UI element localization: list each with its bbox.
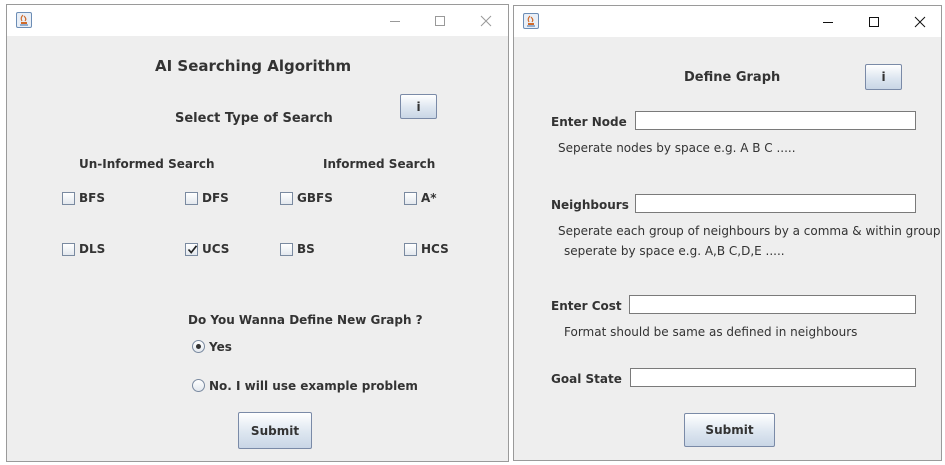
dls-checkbox[interactable]	[62, 243, 75, 256]
goal-state-label: Goal State	[551, 372, 622, 386]
java-app-icon[interactable]	[16, 12, 32, 28]
enter-node-input[interactable]	[635, 111, 916, 130]
dls-label: DLS	[79, 242, 106, 256]
info-button[interactable]: i	[865, 64, 902, 90]
bs-label: BS	[297, 242, 315, 256]
minimize-icon	[823, 22, 833, 23]
java-app-icon[interactable]	[523, 13, 539, 29]
submit-button[interactable]: Submit	[238, 412, 312, 449]
enter-node-label: Enter Node	[551, 115, 627, 129]
goal-state-input[interactable]	[630, 368, 916, 387]
graph-question: Do You Wanna Define New Graph ?	[188, 313, 423, 327]
informed-heading: Informed Search	[323, 157, 436, 171]
select-type-heading: Select Type of Search	[175, 111, 333, 126]
neighbours-input[interactable]	[635, 194, 916, 213]
enter-cost-label: Enter Cost	[551, 299, 622, 313]
bfs-checkbox[interactable]	[62, 192, 75, 205]
maximize-button[interactable]	[851, 6, 897, 37]
enter-cost-input[interactable]	[629, 295, 916, 314]
uninformed-heading: Un-Informed Search	[79, 157, 215, 171]
bfs-label: BFS	[79, 191, 105, 205]
no-radio[interactable]	[192, 379, 205, 392]
define-graph-window: Define Graph i Enter Node Seperate nodes…	[513, 5, 942, 461]
submit-button[interactable]: Submit	[684, 413, 775, 447]
title-bar[interactable]	[514, 6, 941, 37]
neighbours-hint-line1: Seperate each group of neighbours by a c…	[558, 224, 941, 238]
close-icon	[480, 15, 492, 27]
yes-label: Yes	[209, 340, 232, 354]
title-bar[interactable]	[7, 5, 508, 36]
maximize-button[interactable]	[417, 5, 463, 36]
neighbours-hint-line2: seperate by space e.g. A,B C,D,E .....	[564, 244, 785, 258]
yes-radio[interactable]	[192, 340, 205, 353]
no-label: No. I will use example problem	[209, 379, 418, 393]
minimize-icon	[390, 21, 400, 22]
dfs-label: DFS	[202, 191, 229, 205]
dfs-checkbox[interactable]	[185, 192, 198, 205]
checkmark-icon	[187, 245, 198, 254]
hcs-checkbox[interactable]	[404, 243, 417, 256]
close-button[interactable]	[897, 6, 943, 37]
astar-label: A*	[421, 191, 437, 205]
search-window: AI Searching Algorithm Select Type of Se…	[6, 4, 509, 462]
astar-checkbox[interactable]	[404, 192, 417, 205]
close-icon	[914, 16, 926, 28]
info-button[interactable]: i	[400, 94, 437, 119]
app-title: AI Searching Algorithm	[155, 57, 352, 75]
gbfs-checkbox[interactable]	[280, 192, 293, 205]
bs-checkbox[interactable]	[280, 243, 293, 256]
ucs-checkbox[interactable]	[185, 243, 198, 256]
hcs-label: HCS	[421, 242, 449, 256]
radio-selected-dot	[196, 344, 201, 349]
neighbours-label: Neighbours	[551, 198, 629, 212]
maximize-icon	[869, 17, 879, 27]
minimize-button[interactable]	[372, 5, 418, 36]
minimize-button[interactable]	[805, 6, 851, 37]
maximize-icon	[435, 16, 445, 26]
define-graph-title: Define Graph	[684, 70, 781, 85]
gbfs-label: GBFS	[297, 191, 333, 205]
node-hint: Seperate nodes by space e.g. A B C .....	[558, 141, 796, 155]
cost-hint: Format should be same as defined in neig…	[564, 325, 858, 339]
ucs-label: UCS	[202, 242, 230, 256]
close-button[interactable]	[463, 5, 509, 36]
